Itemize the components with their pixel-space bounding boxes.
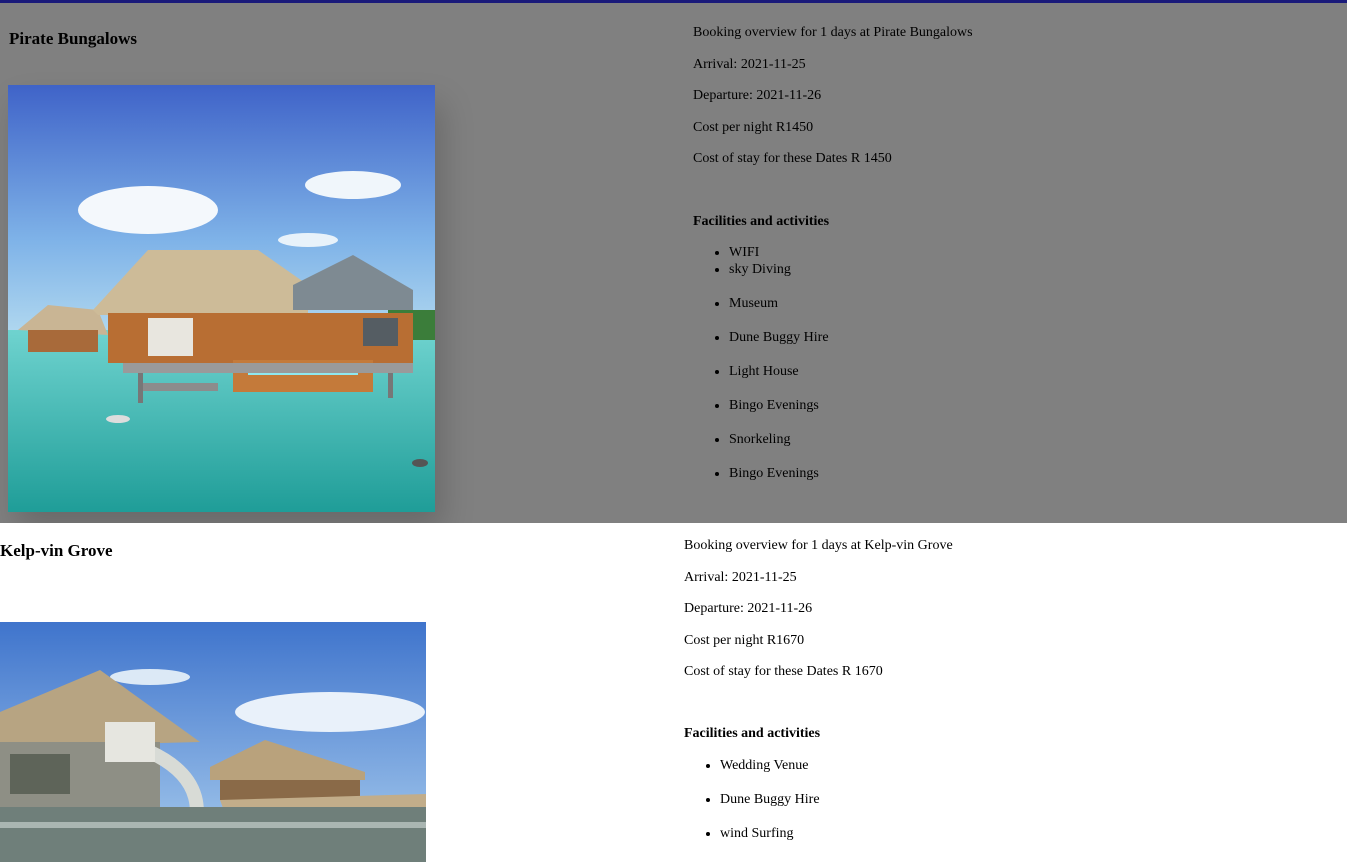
facility-item: Wedding Venue xyxy=(720,758,820,774)
facility-item: Snorkeling xyxy=(729,432,829,448)
facility-item: Light House xyxy=(729,364,829,380)
facility-item: Bingo Evenings xyxy=(729,466,829,482)
facilities-title: Facilities and activities xyxy=(693,214,830,229)
listing-card-kelp-vin-grove[interactable]: Kelp-vin Grove Booking overview for 1 da… xyxy=(0,523,1347,862)
facility-item: WIFI xyxy=(729,245,829,261)
facility-item: Bingo Evenings xyxy=(729,398,829,414)
booking-overview: Booking overview for 1 days at Kelp-vin … xyxy=(684,538,953,696)
facility-item: Museum xyxy=(729,296,829,312)
arrival-date: Arrival: 2021-11-25 xyxy=(693,56,806,72)
facility-item: sky Diving xyxy=(729,262,829,278)
facilities-title: Facilities and activities xyxy=(684,726,821,741)
cost-per-night: Cost per night R1450 xyxy=(693,119,814,135)
cost-per-night: Cost per night R1670 xyxy=(684,632,805,648)
listing-title: Pirate Bungalows xyxy=(9,29,137,48)
listing-card-pirate-bungalows[interactable]: Pirate Bungalows Booking overview for 1 … xyxy=(0,3,1347,523)
listing-photo xyxy=(0,622,426,862)
facilities-list: Wedding Venue Dune Buggy Hire wind Surfi… xyxy=(684,758,820,860)
facilities-list: WIFI sky Diving Museum Dune Buggy Hire L… xyxy=(693,245,829,500)
overview-heading: Booking overview for 1 days at Kelp-vin … xyxy=(684,538,953,553)
facility-item: wind Surfing xyxy=(720,826,820,842)
arrival-date: Arrival: 2021-11-25 xyxy=(684,569,797,585)
overview-heading: Booking overview for 1 days at Pirate Bu… xyxy=(693,25,973,40)
facility-item: Dune Buggy Hire xyxy=(720,792,820,808)
facility-item: Dune Buggy Hire xyxy=(729,330,829,346)
listing-title: Kelp-vin Grove xyxy=(0,541,113,560)
cost-of-stay: Cost of stay for these Dates R 1670 xyxy=(684,664,883,679)
departure-date: Departure: 2021-11-26 xyxy=(684,601,813,616)
cost-of-stay: Cost of stay for these Dates R 1450 xyxy=(693,151,892,166)
departure-date: Departure: 2021-11-26 xyxy=(693,88,822,103)
listing-photo xyxy=(8,85,435,512)
booking-overview: Booking overview for 1 days at Pirate Bu… xyxy=(693,25,973,183)
